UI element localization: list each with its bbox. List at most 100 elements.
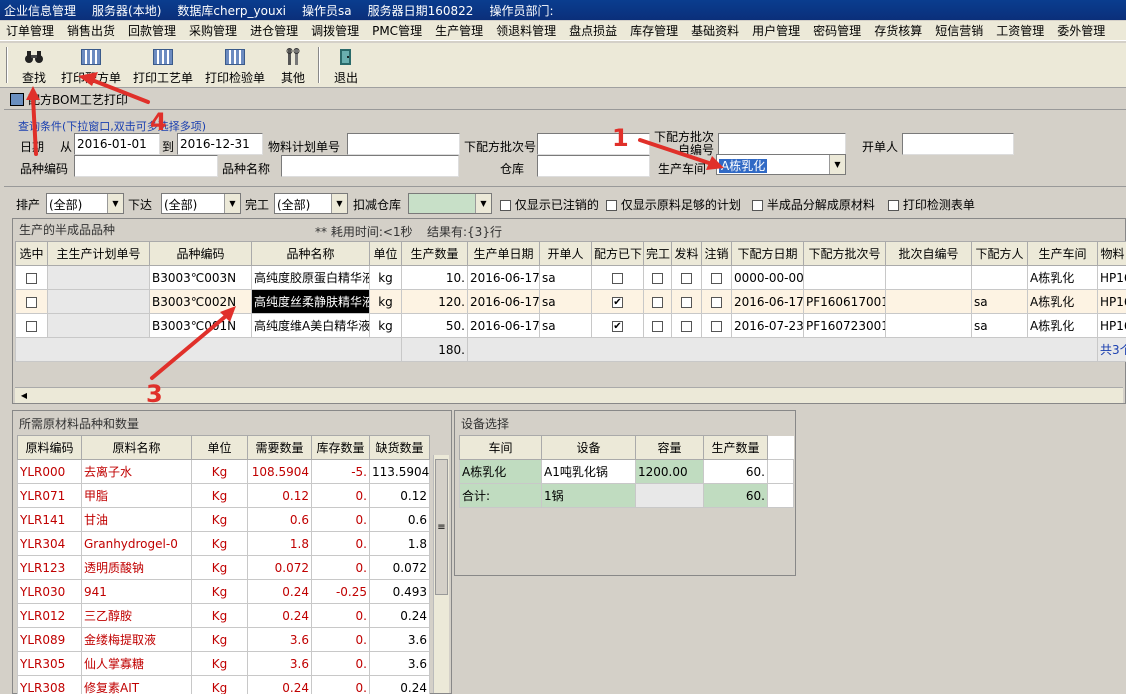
opt-cancelled[interactable]: 仅显示已注销的 <box>500 196 599 213</box>
menu-material[interactable]: 领退料管理 <box>490 22 563 39</box>
done-select[interactable]: (全部) ▼ <box>274 193 348 214</box>
batch-input[interactable] <box>537 133 650 155</box>
col-unit[interactable]: 单位 <box>369 241 402 266</box>
col-name[interactable]: 品种名称 <box>251 241 370 266</box>
table-row[interactable]: YLR000 去离子水 Kg 108.5904 -5. 113.5904 <box>17 459 430 484</box>
menu-basic[interactable]: 基础资料 <box>685 22 746 39</box>
menu-purchase[interactable]: 采购管理 <box>183 22 244 39</box>
opt-print-inspect[interactable]: 打印检测表单 <box>888 196 975 213</box>
table-row[interactable]: YLR305 仙人掌寡糖 Kg 3.6 0. 3.6 <box>17 651 430 676</box>
col-mat-unit[interactable]: 单位 <box>191 435 248 460</box>
table-row[interactable]: YLR304 Granhydrogel-0 Kg 1.8 0. 1.8 <box>17 531 430 556</box>
scroll-thumb[interactable]: ≡ <box>435 459 448 595</box>
col-mat-code[interactable]: 原料编码 <box>17 435 82 460</box>
formula-checkbox[interactable]: ✔ <box>612 320 623 332</box>
self-no-input[interactable] <box>718 133 846 155</box>
col-device[interactable]: 设备 <box>541 435 636 460</box>
code-input[interactable] <box>74 155 218 177</box>
col-prod-qty[interactable]: 生产数量 <box>703 435 768 460</box>
menu-stock-in[interactable]: 进仓管理 <box>244 22 305 39</box>
menu-sales[interactable]: 销售出货 <box>61 22 122 39</box>
row-checkbox[interactable] <box>26 296 37 308</box>
table-row[interactable]: YLR012 三乙醇胺 Kg 0.24 0. 0.24 <box>17 603 430 628</box>
table-row[interactable]: B3003℃001N 高纯度维A美白精华液 kg 50. 2016-06-17 … <box>15 313 1126 338</box>
issue-select[interactable]: (全部) ▼ <box>161 193 241 214</box>
horizontal-scrollbar[interactable]: ◀ <box>15 387 1123 403</box>
find-button[interactable]: 查找 <box>18 46 50 86</box>
col-workshop[interactable]: 生产车间 <box>1027 241 1098 266</box>
date-to-input[interactable]: 2016-12-31 <box>177 133 263 155</box>
other-button[interactable]: 其他 <box>276 46 310 86</box>
table-row[interactable]: YLR089 金缕梅提取液 Kg 3.6 0. 3.6 <box>17 627 430 652</box>
cancel-checkbox[interactable] <box>711 296 722 308</box>
table-row[interactable]: YLR123 透明质酸钠 Kg 0.072 0. 0.072 <box>17 555 430 580</box>
col-capacity[interactable]: 容量 <box>635 435 704 460</box>
col-issued[interactable]: 发料 <box>671 241 702 266</box>
name-input[interactable] <box>281 155 459 177</box>
table-row[interactable]: YLR308 修复素AIT Kg 0.24 0. 0.24 <box>17 675 430 694</box>
menu-salary[interactable]: 工资管理 <box>990 22 1051 39</box>
exit-button[interactable]: 退出 <box>330 46 362 86</box>
table-row[interactable]: B3003℃003N 高纯度胶原蛋白精华液 kg 10. 2016-06-17 … <box>15 265 1126 290</box>
menu-password[interactable]: 密码管理 <box>807 22 868 39</box>
menu-transfer[interactable]: 调拨管理 <box>305 22 366 39</box>
col-mat-stock[interactable]: 库存数量 <box>311 435 370 460</box>
table-row[interactable]: A栋乳化 A1吨乳化锅 1200.00 60. <box>459 459 794 484</box>
menu-payment[interactable]: 回款管理 <box>122 22 183 39</box>
formula-checkbox[interactable]: ✔ <box>612 296 623 308</box>
creator-input[interactable] <box>902 133 1014 155</box>
col-select[interactable]: 选中 <box>15 241 48 266</box>
col-material[interactable]: 物料 <box>1097 241 1126 266</box>
col-person[interactable]: 下配方人 <box>971 241 1028 266</box>
menu-outsource[interactable]: 委外管理 <box>1051 22 1112 39</box>
col-date[interactable]: 生产单日期 <box>467 241 540 266</box>
sort-select[interactable]: (全部) ▼ <box>46 193 124 214</box>
vertical-scrollbar[interactable]: ≡ <box>433 455 449 693</box>
col-mat-need[interactable]: 需要数量 <box>247 435 312 460</box>
opt-decompose[interactable]: 半成品分解成原材料 <box>752 196 875 213</box>
table-row[interactable]: B3003℃002N 高纯度丝柔静肤精华液 kg 120. 2016-06-17… <box>15 289 1126 314</box>
table-row[interactable]: YLR141 甘油 Kg 0.6 0. 0.6 <box>17 507 430 532</box>
col-creator[interactable]: 开单人 <box>539 241 592 266</box>
done-checkbox[interactable] <box>652 296 663 308</box>
checkbox[interactable] <box>888 200 899 211</box>
cancel-checkbox[interactable] <box>711 320 722 332</box>
row-checkbox[interactable] <box>26 272 37 284</box>
warehouse-input[interactable] <box>537 155 650 177</box>
row-checkbox[interactable] <box>26 320 37 332</box>
col-batch[interactable]: 下配方批次号 <box>803 241 886 266</box>
checkbox[interactable] <box>606 200 617 211</box>
workshop-select[interactable]: A栋乳化 ▼ <box>716 154 846 175</box>
print-formula-button[interactable]: 打印配方单 <box>58 46 124 86</box>
print-process-button[interactable]: 打印工艺单 <box>130 46 196 86</box>
scroll-left-icon[interactable]: ◀ <box>17 389 31 402</box>
menu-production[interactable]: 生产管理 <box>429 22 490 39</box>
col-formula[interactable]: 配方已下 <box>591 241 644 266</box>
issued-checkbox[interactable] <box>681 272 692 284</box>
menu-stock[interactable]: 库存管理 <box>624 22 685 39</box>
col-done[interactable]: 完工 <box>643 241 672 266</box>
col-workshop[interactable]: 车间 <box>459 435 542 460</box>
opt-enough-material[interactable]: 仅显示原料足够的计划 <box>606 196 741 213</box>
col-plan-no[interactable]: 主生产计划单号 <box>47 241 150 266</box>
col-mat-short[interactable]: 缺货数量 <box>369 435 430 460</box>
menu-inventory-check[interactable]: 盘点损益 <box>563 22 624 39</box>
date-from-input[interactable]: 2016-01-01 <box>74 133 160 155</box>
table-row[interactable]: YLR071 甲脂 Kg 0.12 0. 0.12 <box>17 483 430 508</box>
print-inspect-button[interactable]: 打印检验单 <box>202 46 268 86</box>
col-cancel[interactable]: 注销 <box>701 241 732 266</box>
checkbox[interactable] <box>500 200 511 211</box>
menu-pmc[interactable]: PMC管理 <box>366 22 429 39</box>
cancel-checkbox[interactable] <box>711 272 722 284</box>
col-code[interactable]: 品种编码 <box>149 241 252 266</box>
col-qty[interactable]: 生产数量 <box>401 241 468 266</box>
deduct-select[interactable]: ▼ <box>408 193 492 214</box>
menu-order[interactable]: 订单管理 <box>0 22 61 39</box>
issued-checkbox[interactable] <box>681 296 692 308</box>
checkbox[interactable] <box>752 200 763 211</box>
col-mat-name[interactable]: 原料名称 <box>81 435 192 460</box>
menu-sms[interactable]: 短信营销 <box>929 22 990 39</box>
table-row[interactable]: YLR030 941 Kg 0.24 -0.25 0.493 <box>17 579 430 604</box>
col-self-no[interactable]: 批次自编号 <box>885 241 972 266</box>
done-checkbox[interactable] <box>652 272 663 284</box>
